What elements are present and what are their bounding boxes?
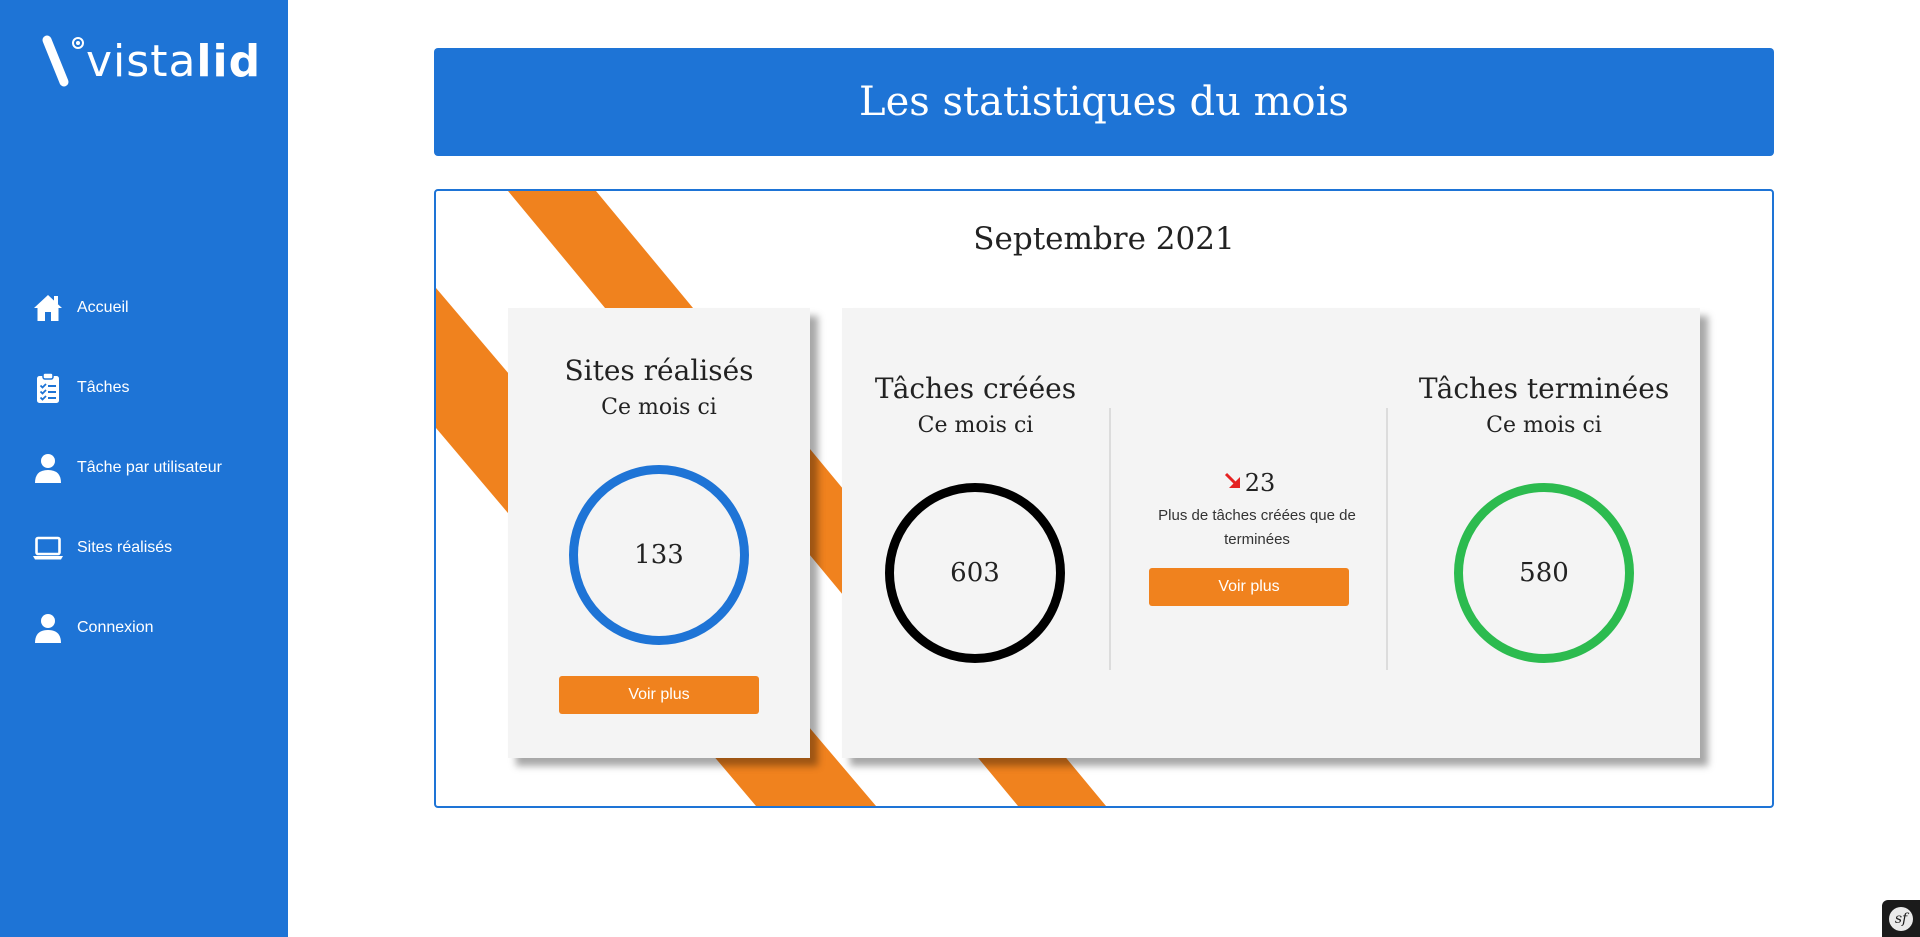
- finished-title: Tâches terminées: [1418, 372, 1670, 405]
- user-icon: [32, 452, 64, 484]
- created-subtitle: Ce mois ci: [917, 413, 1034, 438]
- sidebar: vistalid Accueil Tâches Tâche par utilis…: [0, 0, 288, 937]
- laptop-icon: [32, 532, 64, 564]
- sidebar-item-label: Accueil: [77, 299, 129, 316]
- sidebar-item-label: Sites réalisés: [77, 539, 173, 556]
- created-title: Tâches créées: [874, 372, 1077, 405]
- sites-see-more-button[interactable]: Voir plus: [559, 676, 759, 714]
- difference-description: Plus de tâches créées que de terminées: [1158, 507, 1356, 548]
- sidebar-item-connexion[interactable]: Connexion: [0, 588, 288, 668]
- clipboard-list-icon: [32, 372, 64, 404]
- created-count: 603: [950, 558, 1000, 588]
- sites-stat-card: Sites réalisés Ce mois ci 133 Voir plus: [508, 308, 810, 758]
- sites-title: Sites réalisés: [564, 354, 754, 387]
- page-header-banner: Les statistiques du mois: [434, 48, 1774, 156]
- period-label: Septembre 2021: [973, 221, 1235, 257]
- sidebar-item-sites-realises[interactable]: Sites réalisés: [0, 508, 288, 588]
- sidebar-item-accueil[interactable]: Accueil: [0, 268, 288, 348]
- symfony-icon: sf: [1889, 906, 1913, 931]
- sites-count-circle: 133: [569, 465, 749, 645]
- difference-indicator: 23: [1111, 467, 1387, 499]
- brand-name-thin: vista: [86, 36, 197, 87]
- logo-mark-icon: [40, 34, 88, 90]
- user-icon: [32, 612, 64, 644]
- sidebar-item-label: Connexion: [77, 619, 154, 636]
- sidebar-item-taches[interactable]: Tâches: [0, 348, 288, 428]
- trend-down-arrow-icon: [1223, 471, 1243, 496]
- sidebar-item-tache-par-utilisateur[interactable]: Tâche par utilisateur: [0, 428, 288, 508]
- page-title: Les statistiques du mois: [859, 79, 1349, 125]
- tasks-see-more-button[interactable]: Voir plus: [1149, 568, 1349, 606]
- sidebar-item-label: Tâche par utilisateur: [77, 459, 222, 476]
- sites-count: 133: [634, 540, 684, 570]
- symfony-toolbar-toggle[interactable]: sf: [1882, 900, 1920, 937]
- sidebar-item-label: Tâches: [77, 379, 130, 396]
- finished-count: 580: [1519, 558, 1569, 588]
- column-divider: [1109, 408, 1111, 670]
- sidebar-nav: Accueil Tâches Tâche par utilisateur Sit…: [0, 268, 288, 668]
- difference-value: 23: [1244, 469, 1276, 497]
- brand-logo[interactable]: vistalid: [40, 34, 261, 90]
- tasks-stat-card: Tâches créées Ce mois ci 603 23 Plus de …: [842, 308, 1700, 758]
- brand-name: vistalid: [86, 34, 261, 90]
- sites-subtitle: Ce mois ci: [601, 395, 717, 420]
- finished-subtitle: Ce mois ci: [1486, 413, 1602, 438]
- home-icon: [32, 292, 64, 324]
- column-divider: [1386, 408, 1388, 670]
- created-count-circle: 603: [885, 483, 1065, 663]
- finished-count-circle: 580: [1454, 483, 1634, 663]
- brand-name-bold: lid: [196, 36, 262, 87]
- stats-panel: Septembre 2021 Sites réalisés Ce mois ci…: [434, 189, 1774, 808]
